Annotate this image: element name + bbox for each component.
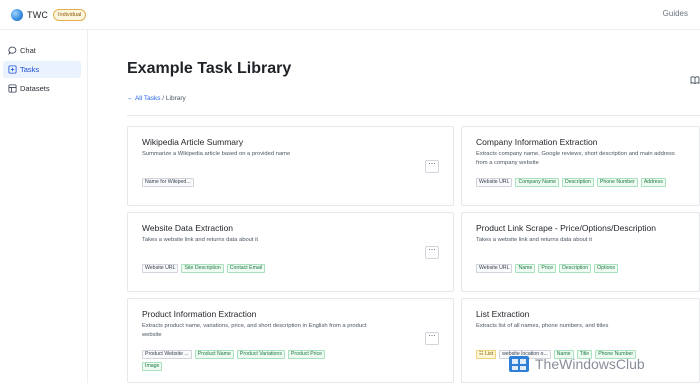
task-card-company-info[interactable]: Company Information Extraction Extracts … <box>461 126 700 206</box>
output-field-tag: Price <box>538 264 557 273</box>
card-title: Company Information Extraction <box>476 137 598 147</box>
task-card-product-info[interactable]: Product Information Extraction Extracts … <box>127 298 454 383</box>
card-description: Takes a website link and returns data ab… <box>142 237 259 243</box>
sidebar-item-datasets[interactable]: Datasets <box>3 80 81 97</box>
output-field-tag: Product Variations <box>236 350 285 359</box>
field-tags: Website URL Site Description Contact Ema… <box>142 264 338 273</box>
sidebar-item-tasks[interactable]: Tasks <box>3 61 81 78</box>
page-title: Example Task Library <box>127 60 292 77</box>
chat-bubble-icon <box>5 42 19 59</box>
output-field-tag: Site Description <box>181 264 224 273</box>
sidebar-item-label: Tasks <box>20 65 40 74</box>
input-field-tag: Name for Wikiped... <box>142 178 194 187</box>
list-tag-label: List <box>485 351 494 357</box>
card-description: Summarize a Wikipedia article based on a… <box>142 151 291 157</box>
sidebar-item-label: Datasets <box>20 84 50 93</box>
input-field-tag: Website URL <box>142 264 179 273</box>
windows-club-logo-icon <box>509 356 529 372</box>
book-icon[interactable] <box>690 72 700 84</box>
card-description: Extracts list of all names, phone number… <box>476 323 609 329</box>
breadcrumb: ← All Tasks / Library <box>127 95 186 102</box>
field-tags: Website URL Name Price Description Optio… <box>476 264 696 273</box>
more-options-button[interactable]: ⋯ <box>425 160 439 173</box>
header-divider <box>127 115 700 116</box>
field-tags: Website URL Company Name Description Pho… <box>476 178 696 187</box>
tasks-icon <box>5 61 19 78</box>
output-field-tag: Name <box>515 264 536 273</box>
output-field-tag: Company Name <box>515 178 559 187</box>
back-link-label: All Tasks <box>134 95 161 102</box>
card-title: Website Data Extraction <box>142 223 234 233</box>
task-card-wikipedia-summary[interactable]: Wikipedia Article Summary Summarize a Wi… <box>127 126 454 206</box>
output-field-tag: Description <box>559 264 592 273</box>
card-description: Extracts company name, Google reviews, s… <box>476 151 675 166</box>
output-field-tag: Contact Email <box>226 264 266 273</box>
card-title: Product Link Scrape - Price/Options/Desc… <box>476 223 656 233</box>
card-title: List Extraction <box>476 309 530 319</box>
output-field-tag: Address <box>640 178 666 187</box>
card-description: Takes a website link and returns data ab… <box>476 237 593 243</box>
more-options-button[interactable]: ⋯ <box>425 246 439 259</box>
field-tags: Name for Wikiped... <box>142 178 338 187</box>
output-field-tag: Product Price <box>287 350 326 359</box>
output-field-tag: Options <box>594 264 618 273</box>
output-field-tag: Phone Number <box>596 178 638 187</box>
app-root: TWC Individual Guides Chat Tasks Dataset… <box>0 0 700 383</box>
field-tags: Product Website ... Product Name Product… <box>142 350 332 371</box>
sidebar: Chat Tasks Datasets <box>0 30 88 383</box>
guides-link[interactable]: Guides <box>663 9 688 18</box>
input-field-tag: Product Website ... <box>142 350 192 359</box>
output-field-tag: Description <box>561 178 594 187</box>
list-type-tag: ☷ List <box>476 350 497 359</box>
card-description: Extracts product name, variations, price… <box>142 323 367 338</box>
input-field-tag: Website URL <box>476 264 513 273</box>
brand-name[interactable]: TWC <box>27 10 48 20</box>
back-link[interactable]: ← All Tasks <box>127 95 160 102</box>
sidebar-item-chat[interactable]: Chat <box>3 42 81 59</box>
top-bar: TWC Individual Guides <box>0 0 700 30</box>
output-field-tag: Product Name <box>194 350 234 359</box>
task-card-website-data[interactable]: Website Data Extraction Takes a website … <box>127 212 454 292</box>
table-icon <box>5 80 19 97</box>
task-card-product-link-scrape[interactable]: Product Link Scrape - Price/Options/Desc… <box>461 212 700 292</box>
plan-badge: Individual <box>53 9 87 21</box>
card-title: Wikipedia Article Summary <box>142 137 244 147</box>
card-title: Product Information Extraction <box>142 309 257 319</box>
output-field-tag: Image <box>142 362 163 371</box>
watermark: TheWindowsClub <box>508 350 645 378</box>
sidebar-item-label: Chat <box>20 46 36 55</box>
watermark-text: TheWindowsClub <box>535 356 645 372</box>
input-field-tag: Website URL <box>476 178 513 187</box>
twc-logo-icon[interactable] <box>11 9 23 21</box>
more-options-button[interactable]: ⋯ <box>425 332 439 345</box>
breadcrumb-current: Library <box>165 95 186 102</box>
